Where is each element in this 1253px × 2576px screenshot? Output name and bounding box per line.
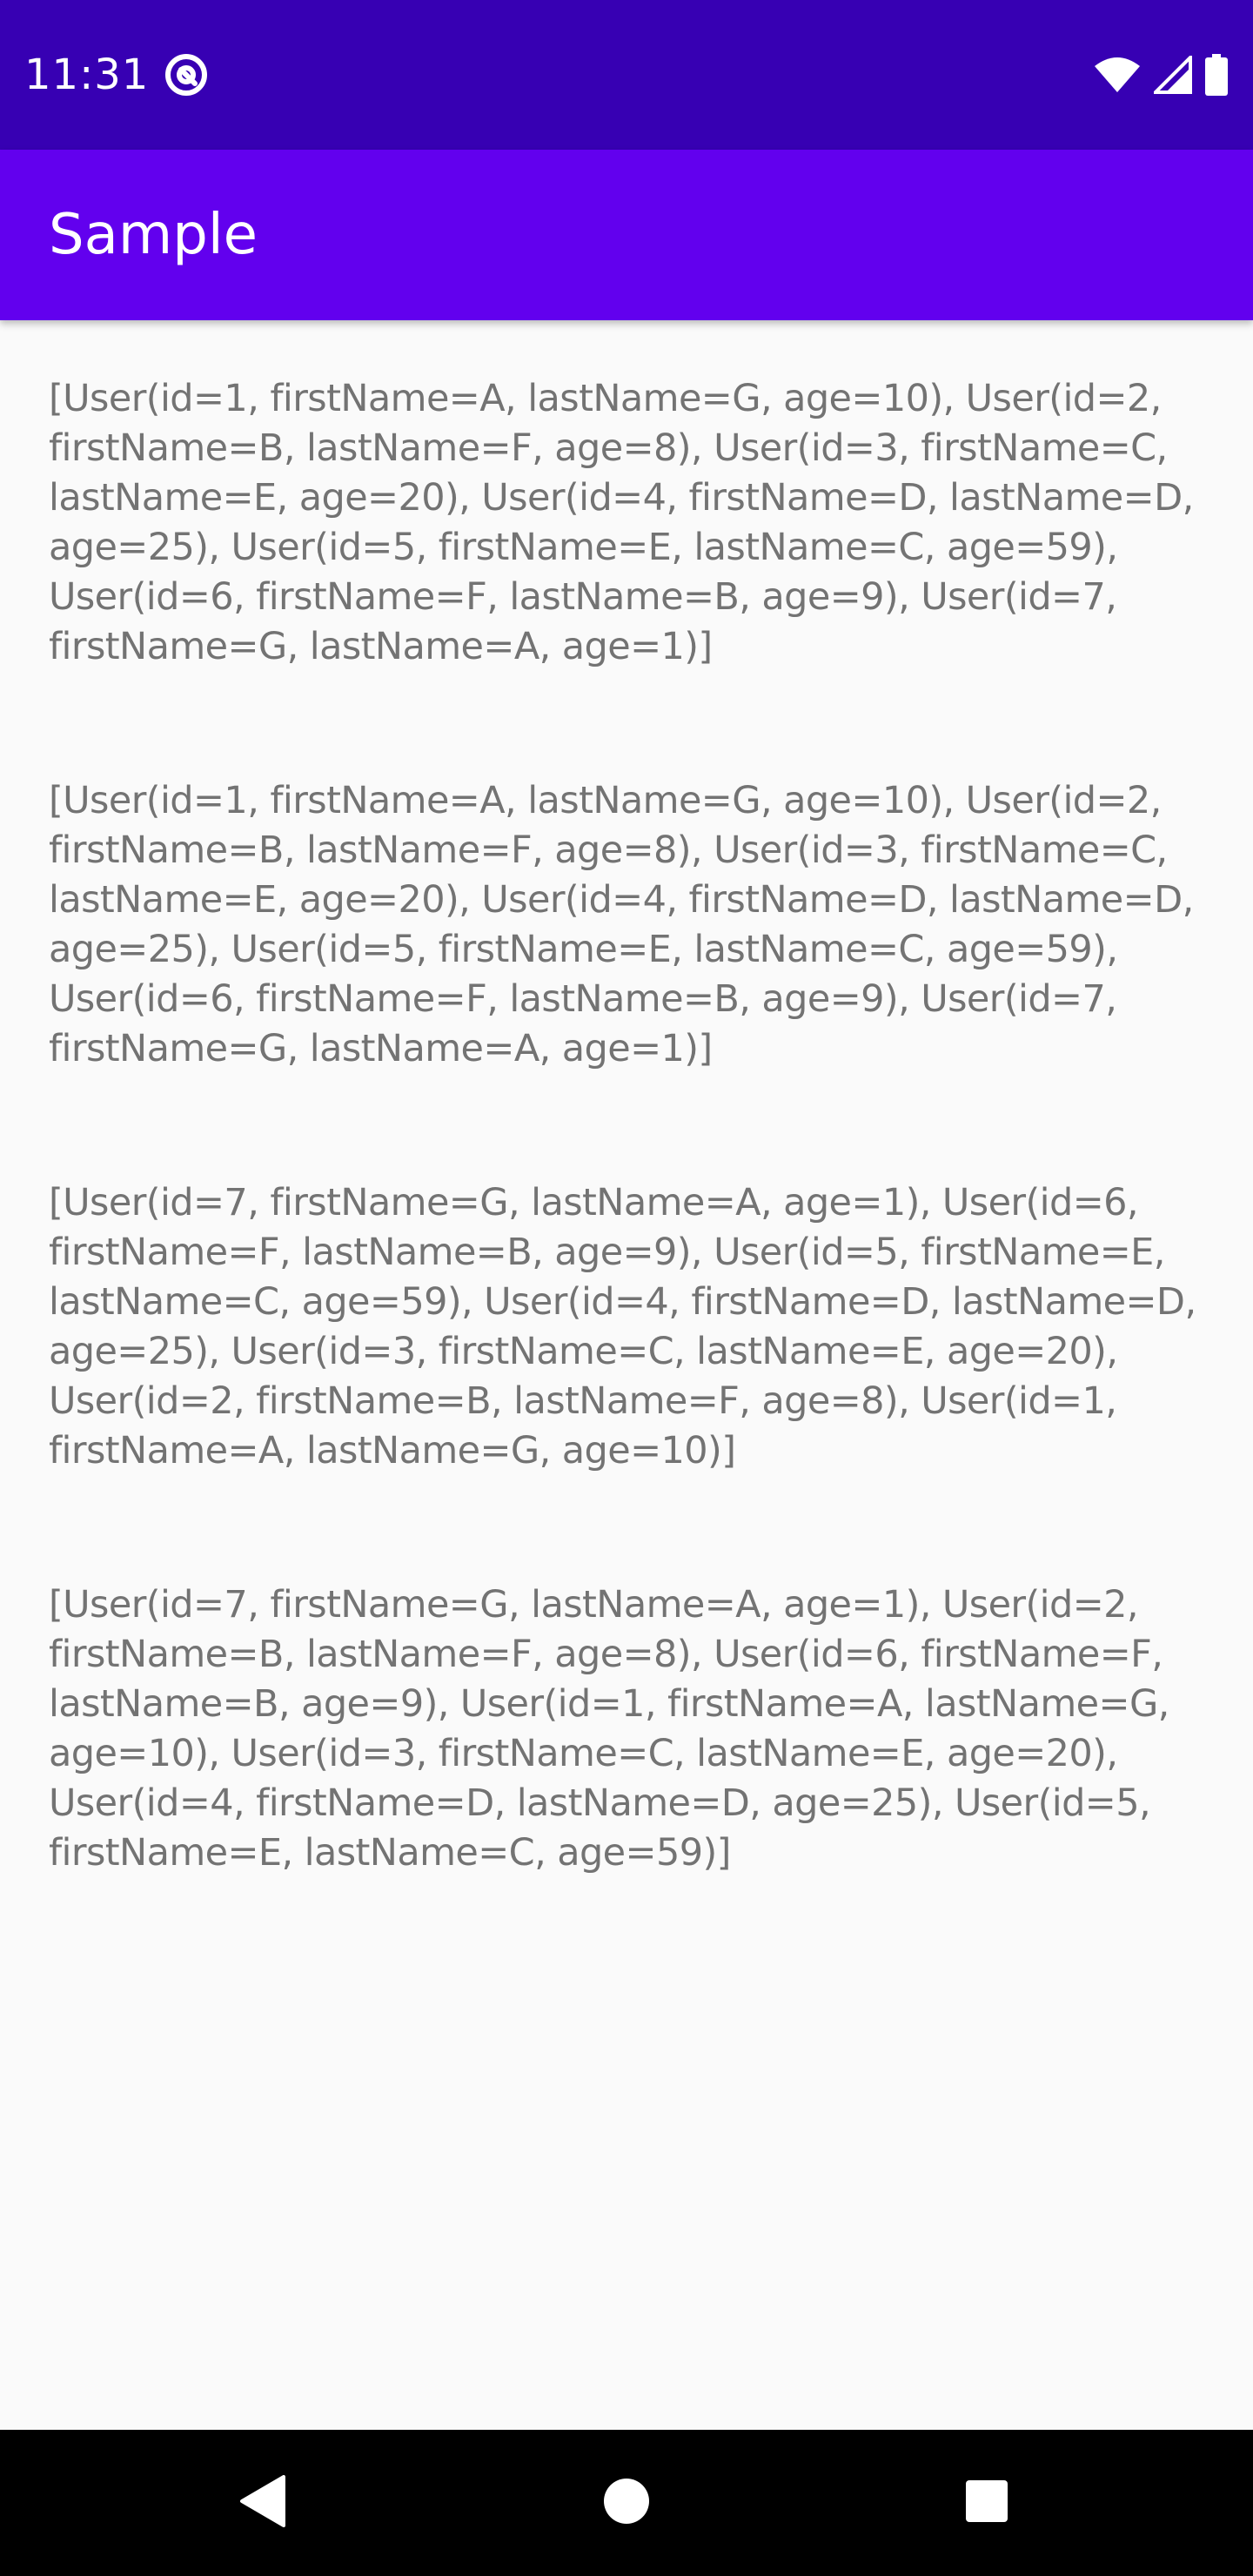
recents-button[interactable]: [952, 2468, 1022, 2538]
cell-signal-icon: [1154, 56, 1192, 94]
user-list-text-1: [User(id=1, firstName=A, lastName=G, age…: [49, 377, 1194, 668]
status-icons: [1093, 52, 1229, 97]
user-list-text-2: [User(id=1, firstName=A, lastName=G, age…: [49, 779, 1194, 1070]
app-title: Sample: [49, 203, 258, 267]
content: [User(id=1, firstName=A, lastName=G, age…: [0, 320, 1253, 2430]
at-sign-icon: [164, 52, 209, 97]
status-time: 11:31: [24, 50, 150, 99]
battery-icon: [1204, 54, 1229, 96]
recents-icon: [965, 2479, 1008, 2527]
navigation-bar: [0, 2430, 1253, 2576]
status-bar: 11:31: [0, 0, 1253, 150]
home-button[interactable]: [592, 2468, 661, 2538]
home-icon: [603, 2478, 650, 2529]
back-icon: [238, 2474, 287, 2532]
user-list-text-4: [User(id=7, firstName=G, lastName=A, age…: [49, 1583, 1169, 1875]
screen: 11:31 Sample [User(id=1, firstName=A, la…: [0, 0, 1253, 2576]
user-list-text-3: [User(id=7, firstName=G, lastName=A, age…: [49, 1181, 1196, 1472]
app-bar: Sample: [0, 150, 1253, 320]
wifi-icon: [1093, 56, 1142, 94]
back-button[interactable]: [228, 2468, 298, 2538]
